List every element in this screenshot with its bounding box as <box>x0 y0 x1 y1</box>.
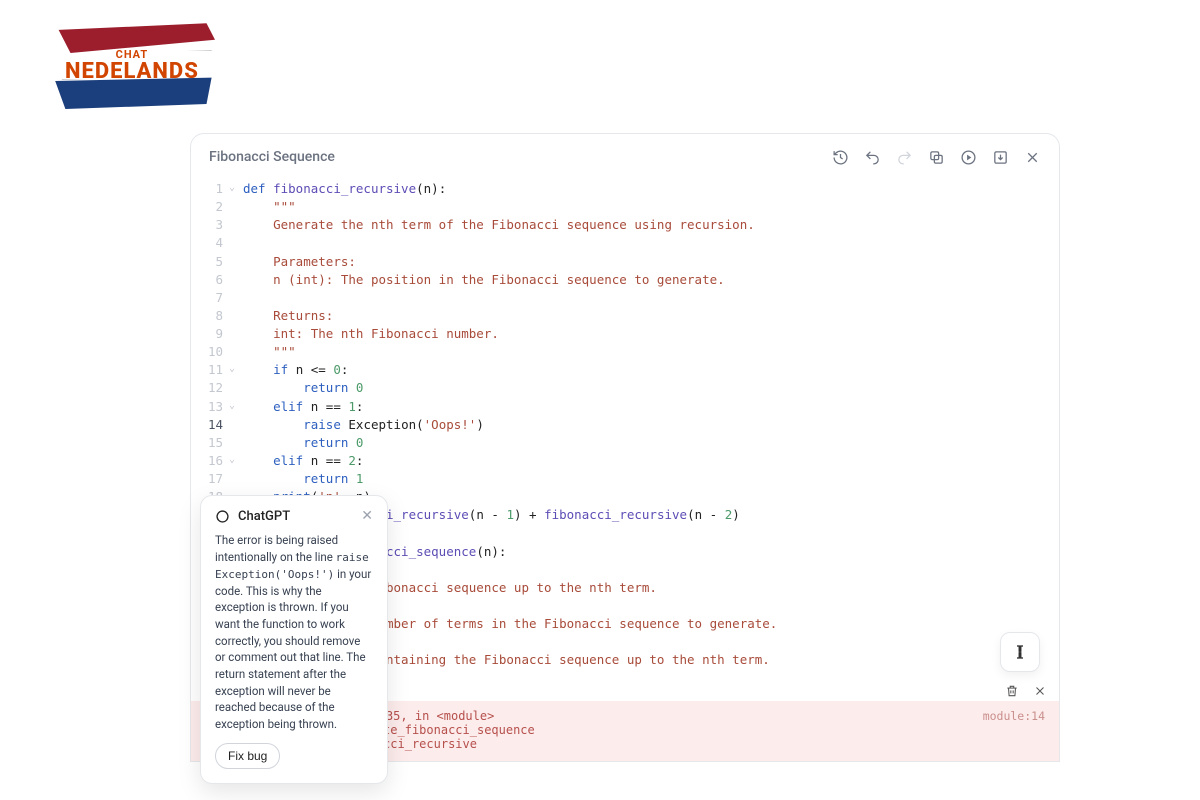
code-content <box>243 234 1059 252</box>
code-line[interactable]: 8 Returns: <box>191 307 1059 325</box>
code-line[interactable]: 12 return 0 <box>191 379 1059 397</box>
line-number: 4 <box>191 234 229 252</box>
openai-icon <box>215 509 230 524</box>
code-line[interactable]: 15 return 0 <box>191 434 1059 452</box>
code-content: return 1 <box>243 470 1059 488</box>
code-line[interactable]: 13⌄ elif n == 1: <box>191 398 1059 416</box>
line-number: 7 <box>191 289 229 307</box>
history-icon[interactable] <box>831 148 849 166</box>
fold-icon[interactable]: ⌄ <box>229 361 243 379</box>
line-number: 11 <box>191 361 229 379</box>
card-header: Fibonacci Sequence <box>191 134 1059 176</box>
code-content: elif n == 1: <box>243 398 1059 416</box>
fold-icon <box>229 253 243 271</box>
fix-bug-button[interactable]: Fix bug <box>215 743 280 769</box>
line-number: 16 <box>191 452 229 470</box>
line-number: 8 <box>191 307 229 325</box>
fold-icon[interactable]: ⌄ <box>229 452 243 470</box>
line-number: 10 <box>191 343 229 361</box>
code-line[interactable]: 10 """ <box>191 343 1059 361</box>
fold-icon <box>229 379 243 397</box>
fold-icon <box>229 271 243 289</box>
code-content: return 0 <box>243 434 1059 452</box>
code-content: Parameters: <box>243 253 1059 271</box>
code-line[interactable]: 7 <box>191 289 1059 307</box>
line-number: 12 <box>191 379 229 397</box>
fold-icon <box>229 325 243 343</box>
download-icon[interactable] <box>991 148 1009 166</box>
fold-icon <box>229 470 243 488</box>
line-number: 9 <box>191 325 229 343</box>
float-run-button[interactable] <box>1000 632 1040 672</box>
undo-icon[interactable] <box>863 148 881 166</box>
console-close-icon[interactable] <box>1033 683 1047 697</box>
code-line[interactable]: 14 raise Exception('Oops!') <box>191 416 1059 434</box>
code-line[interactable]: 4 <box>191 234 1059 252</box>
code-content <box>243 289 1059 307</box>
line-number: 13 <box>191 398 229 416</box>
line-number: 1 <box>191 180 229 198</box>
code-line[interactable]: 3 Generate the nth term of the Fibonacci… <box>191 216 1059 234</box>
code-content: """ <box>243 198 1059 216</box>
code-content: Generate the nth term of the Fibonacci s… <box>243 216 1059 234</box>
code-content: def fibonacci_recursive(n): <box>243 180 1059 198</box>
code-line[interactable]: 17 return 1 <box>191 470 1059 488</box>
code-content: if n <= 0: <box>243 361 1059 379</box>
card-title: Fibonacci Sequence <box>209 149 335 165</box>
code-line[interactable]: 2 """ <box>191 198 1059 216</box>
fold-icon <box>229 416 243 434</box>
fold-icon <box>229 289 243 307</box>
brand-logo: CHAT NEDELANDS <box>45 20 215 120</box>
logo-line2: NEDELANDS <box>65 61 199 83</box>
fold-icon <box>229 307 243 325</box>
code-content: Returns: <box>243 307 1059 325</box>
fold-icon <box>229 343 243 361</box>
error-meta: module:14 <box>983 709 1045 723</box>
line-number: 3 <box>191 216 229 234</box>
line-number: 2 <box>191 198 229 216</box>
line-number: 15 <box>191 434 229 452</box>
line-number: 14 <box>191 416 229 434</box>
code-content: return 0 <box>243 379 1059 397</box>
trash-icon[interactable] <box>1005 683 1019 697</box>
line-number: 17 <box>191 470 229 488</box>
code-line[interactable]: 11⌄ if n <= 0: <box>191 361 1059 379</box>
redo-icon[interactable] <box>895 148 913 166</box>
code-line[interactable]: 16⌄ elif n == 2: <box>191 452 1059 470</box>
assistant-popup: ChatGPT ✕ The error is being raised inte… <box>200 495 388 784</box>
toolbar <box>831 148 1041 166</box>
fold-icon[interactable]: ⌄ <box>229 398 243 416</box>
code-line[interactable]: 6 n (int): The position in the Fibonacci… <box>191 271 1059 289</box>
code-line[interactable]: 9 int: The nth Fibonacci number. <box>191 325 1059 343</box>
code-content: """ <box>243 343 1059 361</box>
code-content: n (int): The position in the Fibonacci s… <box>243 271 1059 289</box>
code-content: elif n == 2: <box>243 452 1059 470</box>
code-content: raise Exception('Oops!') <box>243 416 1059 434</box>
fold-icon <box>229 216 243 234</box>
close-icon[interactable] <box>1023 148 1041 166</box>
popup-body: The error is being raised intentionally … <box>215 532 373 733</box>
fold-icon[interactable]: ⌄ <box>229 180 243 198</box>
line-number: 6 <box>191 271 229 289</box>
popup-title: ChatGPT <box>238 509 353 524</box>
popup-close-icon[interactable]: ✕ <box>361 508 373 524</box>
code-content: int: The nth Fibonacci number. <box>243 325 1059 343</box>
line-number: 5 <box>191 253 229 271</box>
code-line[interactable]: 5 Parameters: <box>191 253 1059 271</box>
code-line[interactable]: 1⌄def fibonacci_recursive(n): <box>191 180 1059 198</box>
fold-icon <box>229 234 243 252</box>
run-icon[interactable] <box>959 148 977 166</box>
fold-icon <box>229 198 243 216</box>
fold-icon <box>229 434 243 452</box>
copy-icon[interactable] <box>927 148 945 166</box>
